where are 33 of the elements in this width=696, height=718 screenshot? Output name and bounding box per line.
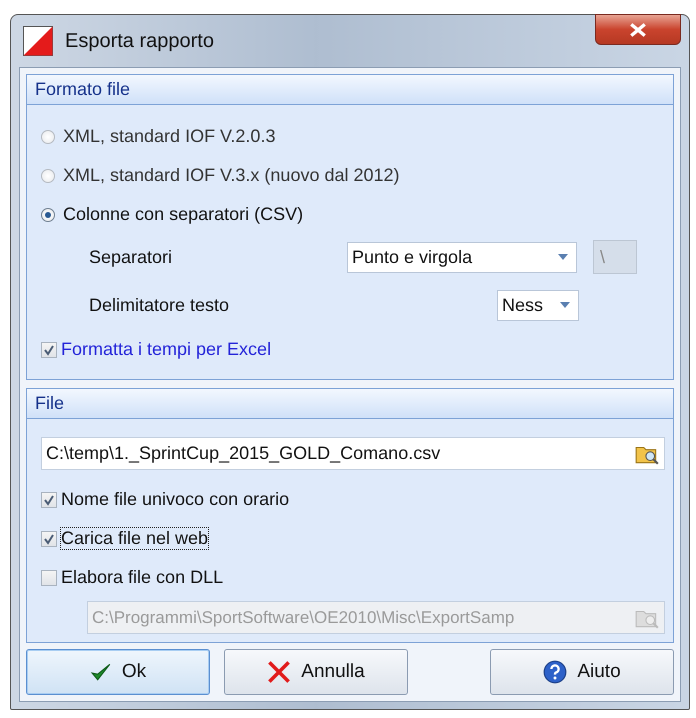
section-header: Formato file <box>27 75 673 105</box>
dialog-button[interactable]: Ok <box>26 649 210 695</box>
close-icon <box>267 660 292 684</box>
dialog-button[interactable]: Annulla <box>224 649 408 695</box>
radio-button[interactable] <box>41 168 55 182</box>
field-label: Separatori <box>89 246 174 268</box>
checkbox[interactable] <box>41 570 57 586</box>
close-icon <box>629 22 647 36</box>
radio-label: XML, standard IOF V.3.x (nuovo dal 2012) <box>63 165 400 186</box>
caret-icon <box>558 254 568 260</box>
checkbox-label: Nome file univoco con orario <box>61 489 290 510</box>
checkbox[interactable] <box>41 342 57 358</box>
app-logo-icon <box>23 26 53 56</box>
checkbox-label: Formatta i tempi per Excel <box>61 339 272 360</box>
radio-label: XML, standard IOF V.2.0.3 <box>63 126 276 147</box>
file-path-field[interactable]: C:\temp\1._SprintCup_2015_GOLD_Comano.csv <box>41 437 665 470</box>
section-header: File <box>27 389 673 419</box>
checkbox[interactable] <box>41 530 57 546</box>
help-icon <box>543 660 568 684</box>
close-button[interactable] <box>595 14 681 45</box>
radio-button[interactable] <box>41 208 55 222</box>
field-label: Delimitatore testo <box>89 294 230 316</box>
checkbox-label: Elabora file con DLL <box>61 567 224 588</box>
caret-icon <box>560 302 570 308</box>
checkbox[interactable] <box>41 492 57 508</box>
checkmark-icon <box>90 661 112 683</box>
window-title: Esporta rapporto <box>65 30 214 52</box>
separator-dropdown[interactable]: Punto e virgola <box>347 242 577 272</box>
delimiter-dropdown[interactable]: Ness <box>497 290 579 320</box>
checkbox-label: Carica file nel web <box>61 528 208 549</box>
dialog-button[interactable]: Aiuto <box>490 649 674 695</box>
radio-button[interactable] <box>41 130 55 144</box>
radio-label: Colonne con separatori (CSV) <box>63 204 304 225</box>
